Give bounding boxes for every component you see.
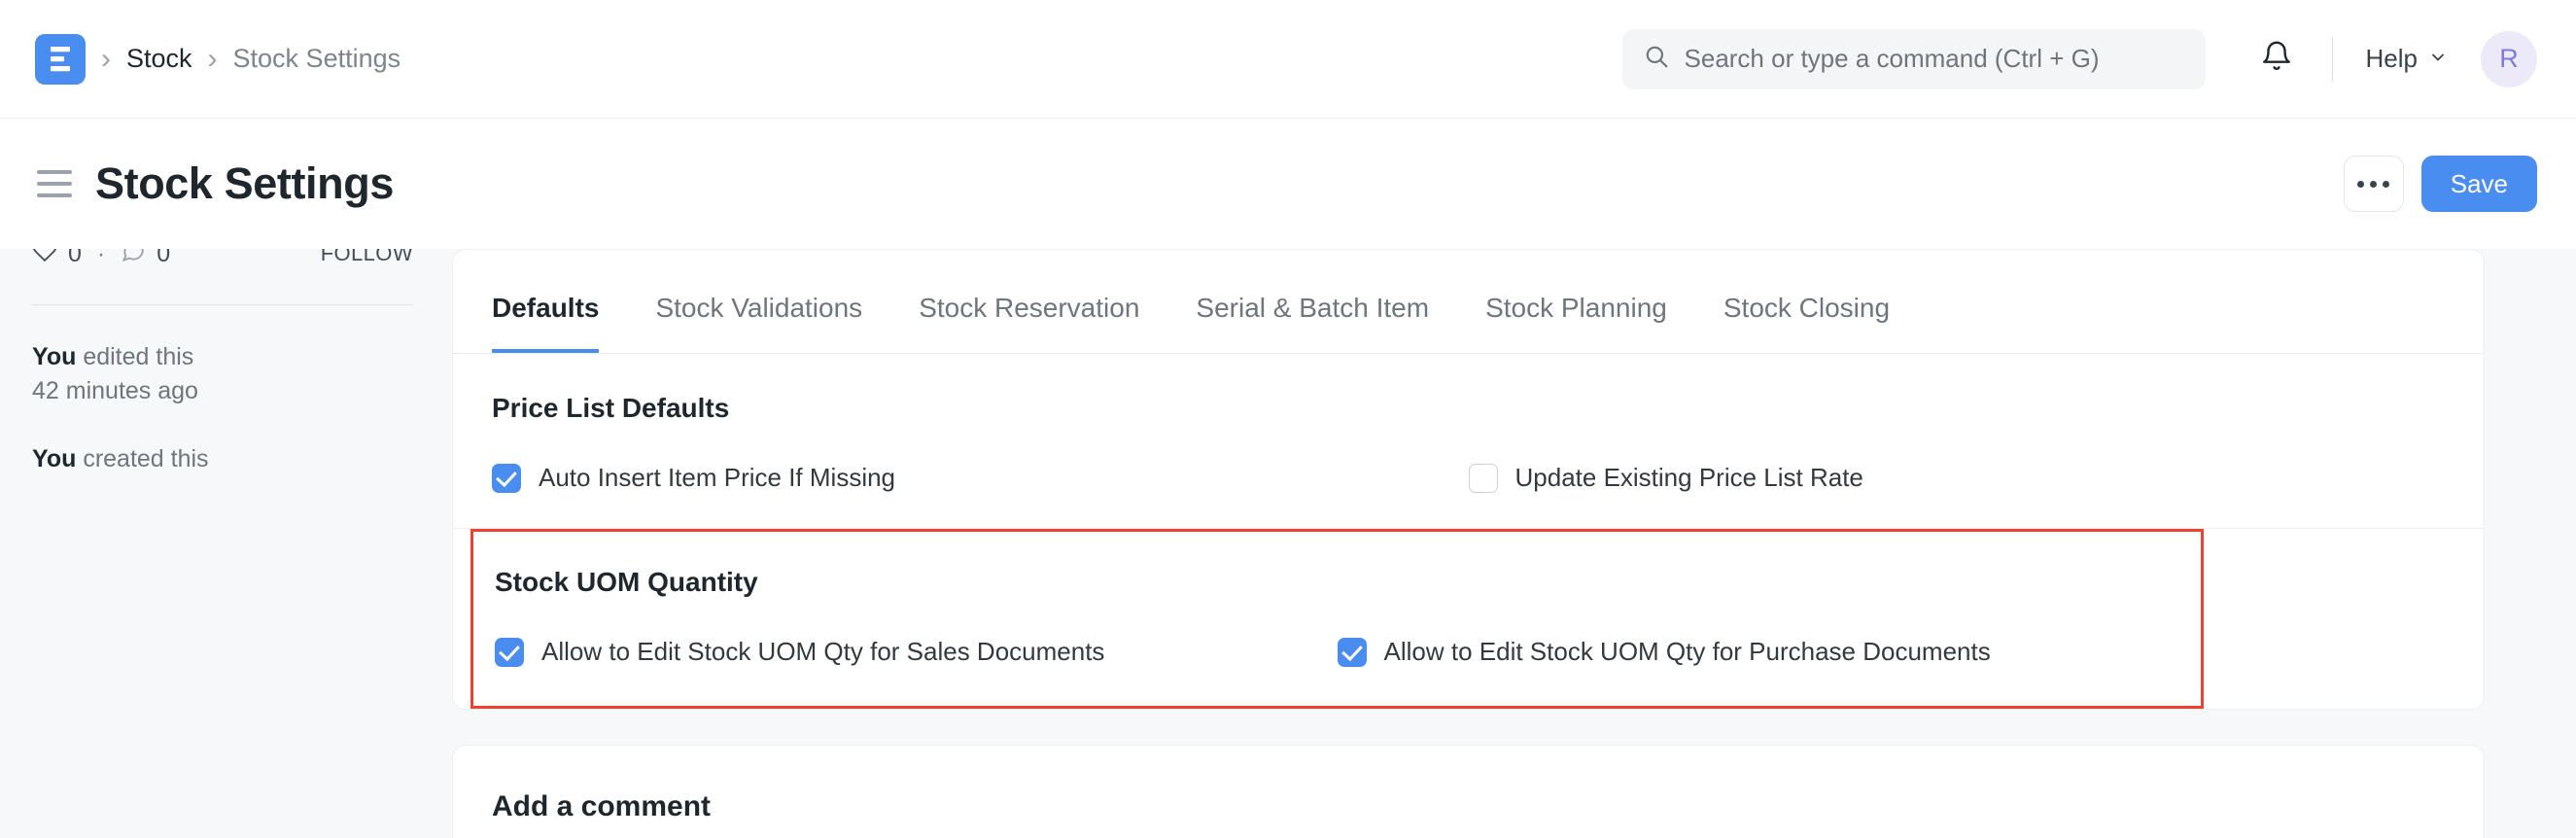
checkbox-auto-insert-item-price[interactable] xyxy=(492,464,521,493)
checkbox-row-edit-stock-uom-qty-sales[interactable]: Allow to Edit Stock UOM Qty for Sales Do… xyxy=(495,637,1338,681)
hamburger-line xyxy=(37,182,72,186)
breadcrumb-item-stock[interactable]: Stock xyxy=(126,44,192,74)
help-menu[interactable]: Help xyxy=(2366,44,2448,74)
checkbox-column-left: Auto Insert Item Price If Missing xyxy=(492,463,1469,506)
hamburger-menu-icon[interactable] xyxy=(37,170,72,197)
sidebar-stats-row: 0 · 0 FOLLOW xyxy=(32,249,413,272)
sidebar-divider xyxy=(32,304,413,305)
highlight-annotation-box: Stock UOM Quantity Allow to Edit Stock U… xyxy=(470,529,2204,709)
main-content: Defaults Stock Validations Stock Reserva… xyxy=(452,249,2576,838)
section-title: Stock UOM Quantity xyxy=(495,567,2179,598)
tab-defaults[interactable]: Defaults xyxy=(492,250,599,353)
activity-text: You edited this xyxy=(32,340,413,374)
section-stock-uom-quantity: Stock UOM Quantity Allow to Edit Stock U… xyxy=(473,532,2201,706)
tab-stock-validations[interactable]: Stock Validations xyxy=(655,250,862,353)
activity-time: 42 minutes ago xyxy=(32,374,413,408)
add-comment-title: Add a comment xyxy=(492,790,2445,823)
stat-separator: · xyxy=(97,249,105,268)
dot-icon xyxy=(2370,181,2377,188)
checkbox-column-right: Update Existing Price List Rate xyxy=(1469,463,2446,506)
breadcrumb-item-stock-settings[interactable]: Stock Settings xyxy=(233,44,401,74)
like-count: 0 xyxy=(68,249,82,268)
activity-item: You edited this 42 minutes ago xyxy=(32,340,413,407)
tab-serial-batch-item[interactable]: Serial & Batch Item xyxy=(1196,250,1429,353)
like-stat[interactable]: 0 xyxy=(32,249,82,270)
section-stock-uom-quantity-wrapper: Stock UOM Quantity Allow to Edit Stock U… xyxy=(453,529,2484,709)
breadcrumb-separator-1: › xyxy=(101,45,111,74)
activity-log: You edited this 42 minutes ago You creat… xyxy=(32,340,413,476)
activity-action: edited this xyxy=(76,343,193,370)
hamburger-line xyxy=(37,193,72,197)
dot-icon xyxy=(2383,181,2389,188)
comment-card: Add a comment xyxy=(452,745,2485,838)
follow-button[interactable]: FOLLOW xyxy=(321,249,413,266)
checkbox-column-left: Allow to Edit Stock UOM Qty for Sales Do… xyxy=(495,637,1338,681)
global-search[interactable] xyxy=(1622,29,2206,89)
form-tabs: Defaults Stock Validations Stock Reserva… xyxy=(453,250,2484,354)
tab-stock-closing[interactable]: Stock Closing xyxy=(1723,250,1890,353)
avatar[interactable]: R xyxy=(2481,31,2537,87)
navbar-divider xyxy=(2332,37,2333,82)
search-input[interactable] xyxy=(1685,44,2184,74)
checkbox-update-existing-price-list-rate[interactable] xyxy=(1469,464,1498,493)
checkbox-label: Auto Insert Item Price If Missing xyxy=(539,463,895,493)
tab-stock-reservation[interactable]: Stock Reservation xyxy=(919,250,1139,353)
checkbox-edit-stock-uom-qty-purchase[interactable] xyxy=(1338,638,1367,667)
comment-stat[interactable]: 0 xyxy=(121,249,170,270)
checkbox-grid: Allow to Edit Stock UOM Qty for Sales Do… xyxy=(495,637,2179,681)
checkbox-column-right: Allow to Edit Stock UOM Qty for Purchase… xyxy=(1338,637,2180,681)
checkbox-edit-stock-uom-qty-sales[interactable] xyxy=(495,638,524,667)
section-title: Price List Defaults xyxy=(492,393,2445,424)
tab-stock-planning[interactable]: Stock Planning xyxy=(1485,250,1667,353)
activity-item: You created this xyxy=(32,442,413,476)
help-label: Help xyxy=(2366,44,2418,74)
checkbox-label: Update Existing Price List Rate xyxy=(1515,463,1863,493)
activity-text: You created this xyxy=(32,442,413,476)
breadcrumb: › Stock › Stock Settings xyxy=(35,34,400,85)
save-button[interactable]: Save xyxy=(2421,156,2537,212)
checkbox-label: Allow to Edit Stock UOM Qty for Sales Do… xyxy=(541,637,1104,667)
chevron-down-icon xyxy=(2428,44,2448,74)
activity-actor: You xyxy=(32,343,76,370)
erpnext-logo-icon[interactable] xyxy=(35,34,86,85)
checkbox-row-update-existing-price-list-rate[interactable]: Update Existing Price List Rate xyxy=(1469,463,2446,506)
top-navbar: › Stock › Stock Settings Help xyxy=(0,0,2576,119)
navbar-right-group: Help R xyxy=(1622,29,2537,89)
comment-count: 0 xyxy=(157,249,170,268)
section-price-list-defaults: Price List Defaults Auto Insert Item Pri… xyxy=(453,354,2484,528)
activity-actor: You xyxy=(32,445,76,472)
notifications-button[interactable] xyxy=(2254,37,2299,82)
hamburger-line xyxy=(37,170,72,174)
search-icon xyxy=(1644,44,1669,74)
dot-icon xyxy=(2357,181,2364,188)
page-body: 0 · 0 FOLLOW You edited this 42 minutes … xyxy=(0,249,2576,838)
activity-action: created this xyxy=(76,445,208,472)
checkbox-label: Allow to Edit Stock UOM Qty for Purchase… xyxy=(1384,637,1991,667)
page-header: Stock Settings Save xyxy=(0,119,2576,249)
more-options-button[interactable] xyxy=(2344,156,2404,212)
comment-icon xyxy=(121,249,146,270)
form-card: Defaults Stock Validations Stock Reserva… xyxy=(452,249,2485,710)
heart-icon xyxy=(32,249,57,270)
page-actions: Save xyxy=(2344,156,2537,212)
checkbox-grid: Auto Insert Item Price If Missing Update… xyxy=(492,463,2445,506)
breadcrumb-separator-2: › xyxy=(208,45,218,74)
page-title: Stock Settings xyxy=(95,158,394,209)
checkbox-row-auto-insert-item-price[interactable]: Auto Insert Item Price If Missing xyxy=(492,463,1469,506)
document-sidebar: 0 · 0 FOLLOW You edited this 42 minutes … xyxy=(0,249,452,838)
bell-icon xyxy=(2260,40,2293,78)
checkbox-row-edit-stock-uom-qty-purchase[interactable]: Allow to Edit Stock UOM Qty for Purchase… xyxy=(1338,637,2180,681)
